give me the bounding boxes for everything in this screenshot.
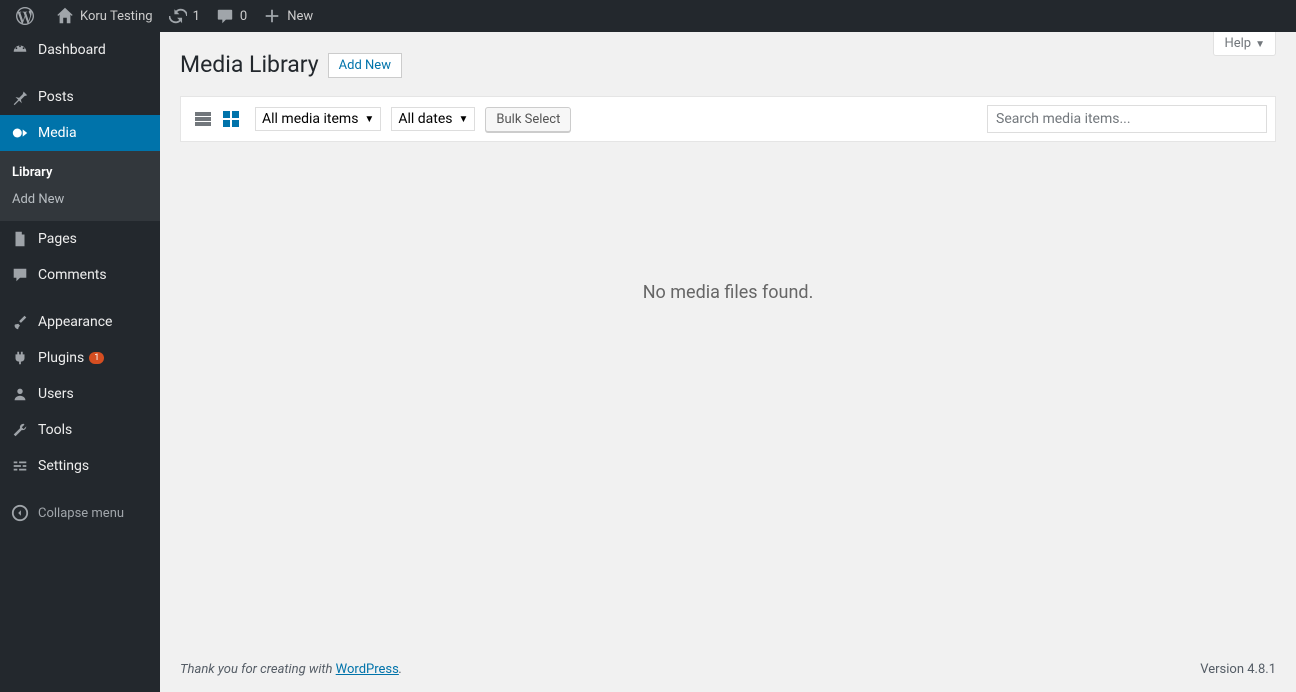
collapse-label: Collapse menu (38, 506, 124, 521)
grid-icon (221, 109, 241, 129)
comments-count: 0 (240, 9, 247, 24)
comments-menu[interactable]: 0 (208, 0, 255, 32)
media-toolbar: All media items ▼ All dates ▼ Bulk Select (180, 96, 1276, 142)
view-switch (189, 105, 245, 133)
bulk-select-button[interactable]: Bulk Select (485, 107, 571, 132)
site-name-menu[interactable]: Koru Testing (48, 0, 161, 32)
new-label: New (287, 9, 313, 24)
collapse-icon (10, 503, 30, 523)
main-content: Help ▼ Media Library Add New All media it… (160, 32, 1296, 692)
footer-thanks: Thank you for creating with WordPress. (180, 662, 402, 677)
sidebar-item-label: Comments (38, 267, 107, 283)
sidebar-item-label: Media (38, 125, 77, 141)
plus-icon (263, 7, 281, 25)
sidebar-item-label: Pages (38, 231, 77, 247)
help-tab[interactable]: Help ▼ (1213, 32, 1276, 56)
version-label: Version 4.8.1 (1200, 662, 1276, 677)
admin-sidebar: Dashboard Posts Media Library Add New Pa… (0, 32, 160, 692)
list-view-button[interactable] (189, 105, 217, 133)
sidebar-item-label: Tools (38, 422, 72, 438)
page-icon (10, 229, 30, 249)
empty-message: No media files found. (180, 142, 1276, 647)
wordpress-link[interactable]: WordPress (336, 662, 399, 677)
chevron-down-icon: ▼ (458, 114, 468, 125)
filter-date-label: All dates (398, 111, 452, 127)
collapse-menu-button[interactable]: Collapse menu (0, 495, 160, 531)
page-header: Media Library Add New (180, 42, 1276, 82)
sidebar-item-users[interactable]: Users (0, 376, 160, 412)
refresh-icon (169, 7, 187, 25)
user-icon (10, 384, 30, 404)
add-new-button[interactable]: Add New (328, 53, 402, 78)
pin-icon (10, 87, 30, 107)
sidebar-item-settings[interactable]: Settings (0, 448, 160, 484)
sidebar-item-label: Plugins (38, 350, 84, 366)
sliders-icon (10, 456, 30, 476)
media-submenu: Library Add New (0, 151, 160, 221)
sidebar-item-label: Users (38, 386, 74, 402)
sidebar-item-media[interactable]: Media (0, 115, 160, 151)
update-badge: 1 (89, 352, 104, 364)
admin-bar: Koru Testing 1 0 New (0, 0, 1296, 32)
sidebar-item-pages[interactable]: Pages (0, 221, 160, 257)
home-icon (56, 7, 74, 25)
brush-icon (10, 312, 30, 332)
grid-view-button[interactable] (217, 105, 245, 133)
updates-menu[interactable]: 1 (161, 0, 208, 32)
page-title: Media Library (180, 42, 319, 82)
sidebar-item-dashboard[interactable]: Dashboard (0, 32, 160, 68)
plug-icon (10, 348, 30, 368)
sidebar-item-label: Appearance (38, 314, 112, 330)
sidebar-item-comments[interactable]: Comments (0, 257, 160, 293)
search-input[interactable] (987, 105, 1267, 133)
media-icon (10, 123, 30, 143)
media-type-filter[interactable]: All media items ▼ (255, 107, 381, 131)
comments-icon (10, 265, 30, 285)
sidebar-item-plugins[interactable]: Plugins 1 (0, 340, 160, 376)
submenu-item-add-new[interactable]: Add New (0, 186, 160, 213)
sidebar-item-label: Dashboard (38, 42, 106, 58)
sidebar-item-posts[interactable]: Posts (0, 79, 160, 115)
site-name-label: Koru Testing (80, 9, 153, 24)
new-content-menu[interactable]: New (255, 0, 321, 32)
wordpress-icon (16, 7, 34, 25)
admin-footer: Thank you for creating with WordPress. V… (180, 647, 1276, 692)
chevron-down-icon: ▼ (364, 114, 374, 125)
wrench-icon (10, 420, 30, 440)
filter-type-label: All media items (262, 111, 358, 127)
list-icon (193, 109, 213, 129)
chevron-down-icon: ▼ (1255, 39, 1265, 50)
dashboard-icon (10, 40, 30, 60)
date-filter[interactable]: All dates ▼ (391, 107, 475, 131)
help-label: Help (1224, 36, 1251, 51)
sidebar-item-appearance[interactable]: Appearance (0, 304, 160, 340)
sidebar-item-label: Settings (38, 458, 89, 474)
updates-count: 1 (193, 9, 200, 24)
wp-logo-menu[interactable] (8, 0, 48, 32)
comment-icon (216, 7, 234, 25)
sidebar-item-label: Posts (38, 89, 74, 105)
submenu-item-library[interactable]: Library (0, 159, 160, 186)
sidebar-item-tools[interactable]: Tools (0, 412, 160, 448)
